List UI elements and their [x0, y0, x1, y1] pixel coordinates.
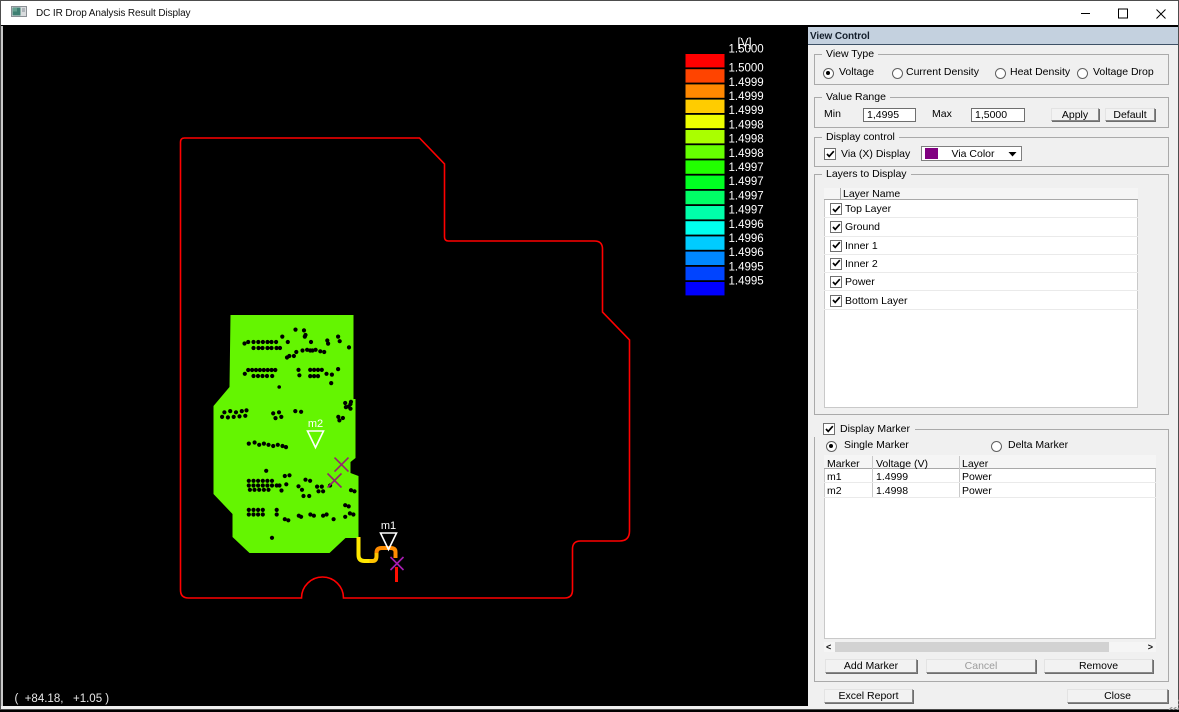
svg-text:1.4996: 1.4996 [728, 219, 763, 231]
svg-text:1.4999: 1.4999 [728, 91, 763, 103]
svg-text:1.4995: 1.4995 [728, 261, 763, 273]
svg-text:1.4997: 1.4997 [728, 205, 763, 217]
svg-text:m1: m1 [380, 520, 395, 532]
svg-text:1.4996: 1.4996 [728, 233, 763, 245]
svg-text:1.4997: 1.4997 [728, 162, 763, 174]
svg-text:1.4997: 1.4997 [728, 176, 763, 188]
svg-text:[V]: [V] [737, 38, 751, 50]
svg-text:1.4997: 1.4997 [728, 190, 763, 202]
svg-text:m2: m2 [307, 418, 322, 430]
svg-text:1.4999: 1.4999 [728, 77, 763, 89]
svg-text:1.5000: 1.5000 [728, 63, 763, 75]
svg-text:1.4999: 1.4999 [728, 105, 763, 117]
svg-text:( +84.18, +1.05 ): ( +84.18, +1.05 ) [14, 693, 109, 705]
svg-text:1.4998: 1.4998 [728, 148, 763, 160]
svg-text:1.4998: 1.4998 [728, 134, 763, 146]
svg-text:1.4996: 1.4996 [728, 247, 763, 259]
svg-text:1.4998: 1.4998 [728, 119, 763, 131]
svg-text:1.4995: 1.4995 [728, 276, 763, 288]
